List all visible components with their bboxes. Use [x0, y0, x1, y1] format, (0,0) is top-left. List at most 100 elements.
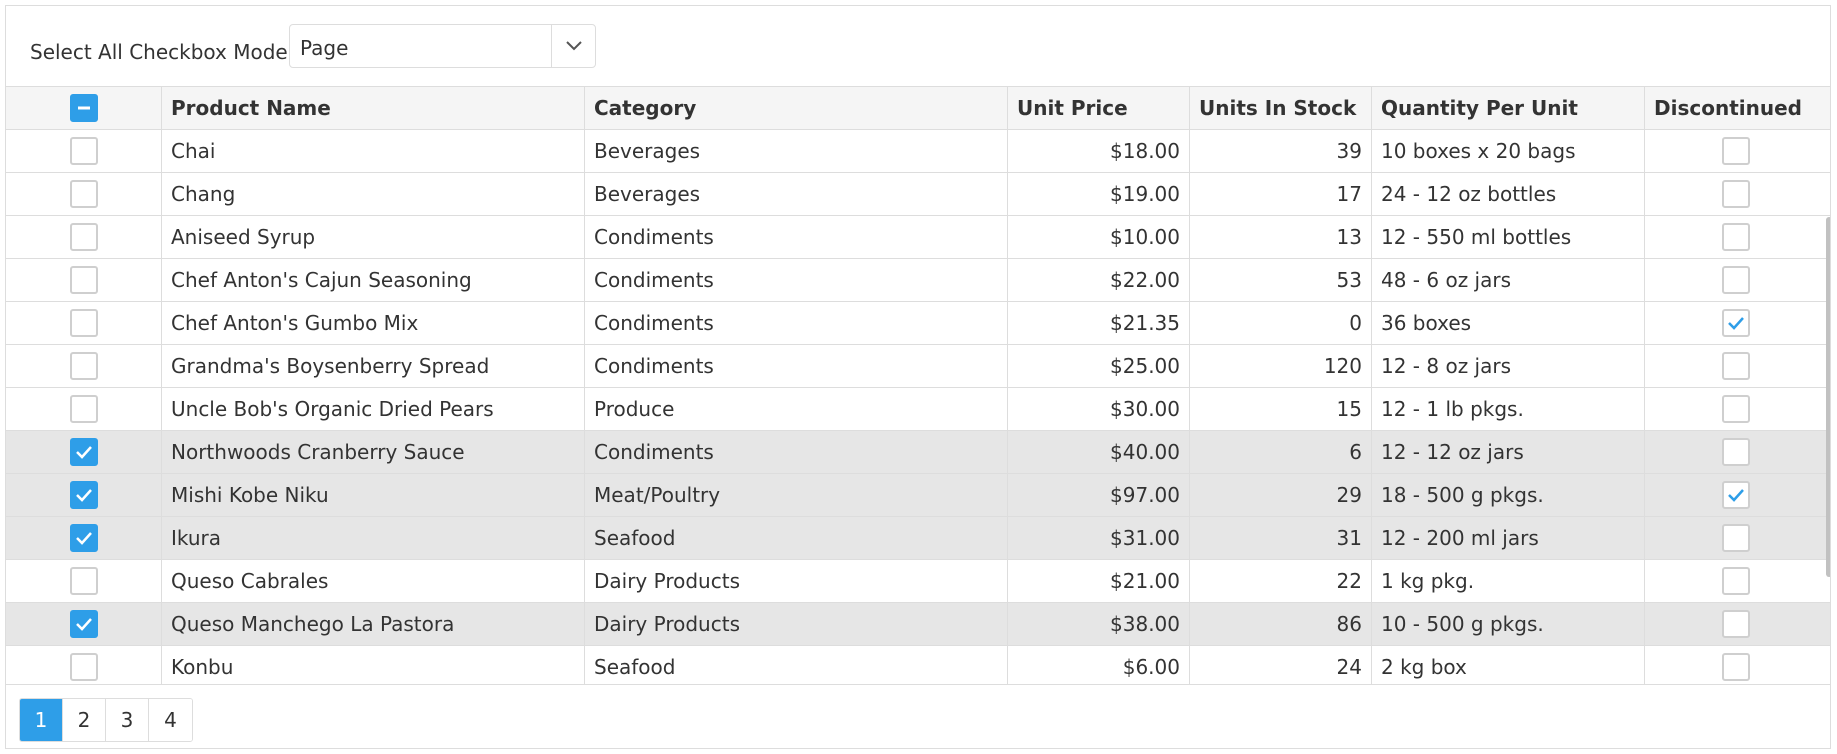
discontinued-checkbox[interactable]	[1722, 223, 1750, 251]
row-select-cell	[6, 173, 162, 215]
quantity-per-unit-cell: 10 - 500 g pkgs.	[1372, 603, 1645, 645]
row-select-cell	[6, 517, 162, 559]
page-button-3[interactable]: 3	[106, 699, 149, 741]
data-grid-widget: Select All Checkbox Mode: Page Product N…	[5, 5, 1831, 749]
row-select-checkbox[interactable]	[70, 137, 98, 165]
unit-price-cell: $21.35	[1008, 302, 1190, 344]
discontinued-checkbox[interactable]	[1722, 137, 1750, 165]
table-row[interactable]: Queso Cabrales Dairy Products $21.00 22 1 kg…	[6, 560, 1830, 603]
page-button-4[interactable]: 4	[149, 699, 192, 741]
column-header-discontinued[interactable]: Discontinued	[1645, 87, 1830, 129]
row-select-checkbox[interactable]	[70, 653, 98, 681]
units-in-stock-cell: 39	[1190, 130, 1372, 172]
quantity-per-unit-cell: 10 boxes x 20 bags	[1372, 130, 1645, 172]
product-name-cell: Ikura	[162, 517, 585, 559]
row-select-checkbox[interactable]	[70, 395, 98, 423]
select-all-mode-value: Page	[300, 36, 349, 60]
unit-price-cell: $6.00	[1008, 646, 1190, 685]
table-row[interactable]: Grandma's Boysenberry Spread Condiments $2…	[6, 345, 1830, 388]
column-header-quantity-per-unit[interactable]: Quantity Per Unit	[1372, 87, 1645, 129]
discontinued-cell	[1645, 216, 1830, 258]
column-header-category[interactable]: Category	[585, 87, 1008, 129]
column-header-units-in-stock[interactable]: Units In Stock	[1190, 87, 1372, 129]
row-select-checkbox[interactable]	[70, 223, 98, 251]
row-select-checkbox[interactable]	[70, 438, 98, 466]
vertical-scrollbar[interactable]	[1826, 217, 1830, 577]
discontinued-checkbox[interactable]	[1722, 438, 1750, 466]
row-select-cell	[6, 431, 162, 473]
discontinued-cell	[1645, 517, 1830, 559]
row-select-checkbox[interactable]	[70, 481, 98, 509]
products-grid: Product Name Category Unit Price Units I…	[6, 86, 1830, 685]
discontinued-checkbox[interactable]	[1722, 610, 1750, 638]
discontinued-checkbox[interactable]	[1722, 352, 1750, 380]
units-in-stock-cell: 22	[1190, 560, 1372, 602]
discontinued-checkbox[interactable]	[1722, 567, 1750, 595]
table-row[interactable]: Chef Anton's Gumbo Mix Condiments $21.35 0 3…	[6, 302, 1830, 345]
header-row: Product Name Category Unit Price Units I…	[6, 87, 1830, 130]
category-cell: Dairy Products	[585, 560, 1008, 602]
table-row[interactable]: Uncle Bob's Organic Dried Pears Produce $3…	[6, 388, 1830, 431]
discontinued-checkbox[interactable]	[1722, 309, 1750, 337]
table-row[interactable]: Mishi Kobe Niku Meat/Poultry $97.00 29 18 - …	[6, 474, 1830, 517]
check-icon	[76, 489, 92, 502]
discontinued-cell	[1645, 431, 1830, 473]
discontinued-checkbox[interactable]	[1722, 481, 1750, 509]
row-select-checkbox[interactable]	[70, 610, 98, 638]
unit-price-cell: $22.00	[1008, 259, 1190, 301]
toolbar: Select All Checkbox Mode: Page	[6, 6, 1830, 86]
discontinued-checkbox[interactable]	[1722, 266, 1750, 294]
table-row[interactable]: Aniseed Syrup Condiments $10.00 13 12 - 550 …	[6, 216, 1830, 259]
units-in-stock-cell: 120	[1190, 345, 1372, 387]
product-name-cell: Queso Manchego La Pastora	[162, 603, 585, 645]
dropdown-button[interactable]	[551, 25, 595, 67]
column-header-unit-price[interactable]: Unit Price	[1008, 87, 1190, 129]
table-row[interactable]: Queso Manchego La Pastora Dairy Products $…	[6, 603, 1830, 646]
select-all-mode-dropdown[interactable]: Page	[289, 24, 596, 68]
quantity-per-unit-cell: 18 - 500 g pkgs.	[1372, 474, 1645, 516]
row-select-checkbox[interactable]	[70, 180, 98, 208]
row-select-checkbox[interactable]	[70, 266, 98, 294]
product-name-cell: Northwoods Cranberry Sauce	[162, 431, 585, 473]
select-all-mode-label: Select All Checkbox Mode:	[30, 40, 295, 64]
page-button-2[interactable]: 2	[63, 699, 106, 741]
quantity-per-unit-cell: 12 - 12 oz jars	[1372, 431, 1645, 473]
discontinued-checkbox[interactable]	[1722, 395, 1750, 423]
row-select-checkbox[interactable]	[70, 567, 98, 595]
product-name-cell: Chai	[162, 130, 585, 172]
select-all-checkbox[interactable]	[70, 94, 98, 122]
units-in-stock-cell: 24	[1190, 646, 1372, 685]
pager: 1234	[6, 684, 1830, 748]
table-row[interactable]: Konbu Seafood $6.00 24 2 kg box	[6, 646, 1830, 685]
row-select-cell	[6, 388, 162, 430]
indeterminate-icon	[78, 106, 90, 110]
quantity-per-unit-cell: 12 - 550 ml bottles	[1372, 216, 1645, 258]
category-cell: Condiments	[585, 216, 1008, 258]
quantity-per-unit-cell: 2 kg box	[1372, 646, 1645, 685]
page-button-1[interactable]: 1	[20, 699, 63, 741]
category-cell: Beverages	[585, 173, 1008, 215]
quantity-per-unit-cell: 36 boxes	[1372, 302, 1645, 344]
row-select-checkbox[interactable]	[70, 524, 98, 552]
discontinued-checkbox[interactable]	[1722, 180, 1750, 208]
row-select-cell	[6, 302, 162, 344]
discontinued-cell	[1645, 560, 1830, 602]
units-in-stock-cell: 31	[1190, 517, 1372, 559]
unit-price-cell: $97.00	[1008, 474, 1190, 516]
row-select-checkbox[interactable]	[70, 352, 98, 380]
discontinued-checkbox[interactable]	[1722, 524, 1750, 552]
table-row[interactable]: Ikura Seafood $31.00 31 12 - 200 ml jars	[6, 517, 1830, 560]
discontinued-checkbox[interactable]	[1722, 653, 1750, 681]
row-select-checkbox[interactable]	[70, 309, 98, 337]
row-select-cell	[6, 474, 162, 516]
table-row[interactable]: Chang Beverages $19.00 17 24 - 12 oz bottles	[6, 173, 1830, 216]
unit-price-cell: $10.00	[1008, 216, 1190, 258]
table-row[interactable]: Chef Anton's Cajun Seasoning Condiments $2…	[6, 259, 1830, 302]
product-name-cell: Konbu	[162, 646, 585, 685]
column-header-product-name[interactable]: Product Name	[162, 87, 585, 129]
row-select-cell	[6, 216, 162, 258]
table-row[interactable]: Chai Beverages $18.00 39 10 boxes x 20 bags	[6, 130, 1830, 173]
check-icon	[1728, 489, 1744, 502]
table-row[interactable]: Northwoods Cranberry Sauce Condiments $40.…	[6, 431, 1830, 474]
category-cell: Condiments	[585, 345, 1008, 387]
